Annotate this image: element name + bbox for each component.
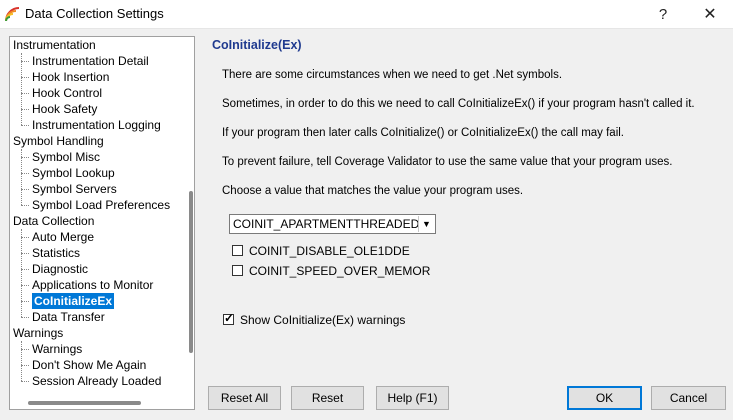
tree-item-label: Instrumentation Logging (32, 118, 161, 132)
dropdown-selected-value: COINIT_APARTMENTTHREADED (233, 217, 420, 231)
tree-item-label: Data Transfer (32, 310, 105, 324)
tree-connector (21, 93, 29, 94)
window-title: Data Collection Settings (25, 6, 164, 21)
vertical-scrollbar[interactable] (186, 37, 194, 393)
tree-item-label: Instrumentation Detail (32, 54, 149, 68)
tree-connector (21, 61, 29, 62)
tree-item-label: Symbol Lookup (32, 166, 115, 180)
app-icon (5, 7, 20, 22)
tree-category[interactable]: Data Collection (10, 213, 94, 229)
tree-category[interactable]: Instrumentation (10, 37, 96, 53)
tree-item-label: Auto Merge (32, 230, 95, 244)
tree-connector (21, 173, 29, 174)
tree-category[interactable]: Symbol Handling (10, 133, 104, 149)
tree-connector (21, 237, 29, 238)
chevron-down-icon[interactable]: ▼ (418, 216, 434, 232)
tree-item[interactable]: Session Already Loaded (10, 373, 161, 389)
show-warnings-checkbox[interactable]: ✓ (223, 311, 235, 325)
tree-item-label: CoInitializeEx (32, 293, 115, 309)
tree-item-label: Warnings (13, 326, 64, 340)
tree-item-label: Warnings (32, 342, 83, 356)
description-line-5: Choose a value that matches the value yo… (222, 185, 524, 197)
tree-connector (21, 149, 22, 205)
description-line-1: There are some circumstances when we nee… (222, 69, 563, 81)
cancel-button[interactable]: Cancel (651, 386, 726, 410)
tree-connector (21, 109, 29, 110)
tree-item-label: Don't Show Me Again (32, 358, 147, 372)
tree-connector (21, 269, 29, 270)
tree-connector (21, 285, 29, 286)
tree-item-label: Hook Control (32, 86, 103, 100)
tree-item-label: Applications to Monitor (32, 278, 154, 292)
speed-over-memory-label: COINIT_SPEED_OVER_MEMOR (249, 264, 431, 278)
close-icon[interactable]: ✕ (687, 0, 733, 29)
tree-item-label: Session Already Loaded (32, 374, 162, 388)
tree-item-label: Diagnostic (32, 262, 89, 276)
tree-item-label: Statistics (32, 246, 81, 260)
help-icon[interactable]: ? (640, 0, 686, 29)
disable-ole1dde-label: COINIT_DISABLE_OLE1DDE (249, 244, 410, 258)
tree-connector (21, 229, 22, 317)
tree-item-label: Symbol Servers (32, 182, 117, 196)
help-button[interactable]: Help (F1) (376, 386, 449, 410)
reset-button[interactable]: Reset (291, 386, 364, 410)
tree-item-label: Instrumentation (13, 38, 96, 52)
speed-over-memory-checkbox[interactable] (232, 265, 243, 276)
title-bar: Data Collection Settings ? ✕ (0, 0, 733, 29)
tree-connector (21, 253, 29, 254)
description-line-2: Sometimes, in order to do this we need t… (222, 98, 695, 110)
tree-connector (21, 341, 22, 381)
tree-connector (21, 205, 29, 206)
tree-connector (21, 349, 29, 350)
coinit-value-dropdown[interactable]: COINIT_APARTMENTTHREADED ▼ (229, 214, 436, 234)
tree-item-label: Symbol Handling (13, 134, 104, 148)
tree-connector (21, 317, 29, 318)
tree-connector (21, 157, 29, 158)
tree-item-label: Data Collection (13, 214, 95, 228)
description-line-4: To prevent failure, tell Coverage Valida… (222, 156, 673, 168)
tree-item-label: Hook Safety (32, 102, 98, 116)
disable-ole1dde-checkbox[interactable] (232, 245, 243, 256)
tree-item[interactable]: Symbol Load Preferences (10, 197, 170, 213)
ok-button[interactable]: OK (567, 386, 642, 410)
tree-connector (21, 365, 29, 366)
tree-connector (21, 189, 29, 190)
vertical-scrollbar-thumb[interactable] (189, 191, 193, 353)
tree-item-label: Hook Insertion (32, 70, 110, 84)
reset-all-button[interactable]: Reset All (208, 386, 281, 410)
description-line-3: If your program then later calls CoIniti… (222, 127, 625, 139)
tree-item[interactable]: Instrumentation Detail (10, 53, 149, 69)
settings-tree[interactable]: Instrumentation Instrumentation Detail Hoo… (9, 36, 195, 410)
checkmark-icon: ✓ (224, 311, 235, 325)
tree-category[interactable]: Warnings (10, 325, 63, 341)
show-warnings-label: Show CoInitialize(Ex) warnings (240, 313, 406, 327)
tree-connector (21, 381, 29, 382)
tree-connector (21, 53, 22, 125)
horizontal-scrollbar-thumb[interactable] (28, 401, 141, 405)
horizontal-scrollbar[interactable] (10, 394, 186, 409)
tree-item[interactable]: Don't Show Me Again (10, 357, 146, 373)
tree-item[interactable]: Applications to Monitor (10, 277, 153, 293)
tree-item[interactable]: Instrumentation Logging (10, 117, 161, 133)
section-title: CoInitialize(Ex) (212, 38, 302, 52)
tree-item-label: Symbol Load Preferences (32, 198, 171, 212)
tree-connector (21, 125, 29, 126)
tree-item-label: Symbol Misc (32, 150, 101, 164)
tree-connector (21, 301, 29, 302)
tree-connector (21, 77, 29, 78)
